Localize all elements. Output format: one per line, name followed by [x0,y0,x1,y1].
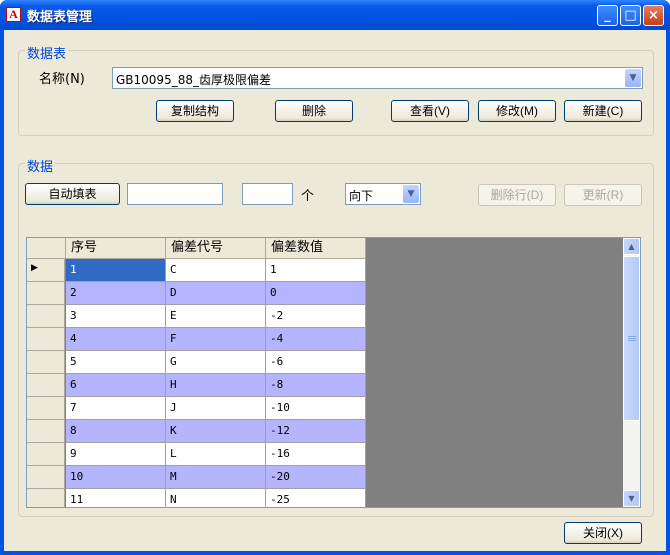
grid-corner-header [27,238,66,259]
cell-value[interactable]: -12 [266,420,366,443]
minimize-icon: _ [604,8,611,23]
cell-index[interactable]: 7 [66,397,166,420]
row-header[interactable] [27,397,65,420]
cell-code[interactable]: D [166,282,266,305]
cell-code[interactable]: N [166,489,266,507]
data-grid[interactable]: 序号 偏差代号 偏差数值 ▶ 1 C 1 2 D 0 3 E -2 4 F -4 5 G -6 6 H -8 7 J -1… [26,237,641,508]
scroll-thumb[interactable] [623,256,640,421]
cell-code[interactable]: F [166,328,266,351]
cell-index[interactable]: 6 [66,374,166,397]
cell-index[interactable]: 9 [66,443,166,466]
cell-value[interactable]: 0 [266,282,366,305]
table-group-title: 数据表 [25,43,69,62]
modify-button[interactable]: 修改(M) [478,100,556,122]
scroll-grip-line [628,340,636,341]
name-label: 名称(N) [39,72,85,87]
cell-index[interactable]: 2 [66,282,166,305]
cell-index[interactable]: 1 [66,259,166,282]
column-header-value[interactable]: 偏差数值 [266,238,366,259]
delete-button[interactable]: 删除 [275,100,353,122]
row-header[interactable] [27,282,65,305]
table-name-value: GB10095_88_齿厚极限偏差 [116,73,271,87]
cell-code[interactable]: G [166,351,266,374]
count-input[interactable] [242,183,293,205]
current-row-pointer-icon: ▶ [31,263,38,273]
autofill-button[interactable]: 自动填表 [25,183,120,205]
view-button[interactable]: 查看(V) [391,100,469,122]
dialog-client-area: 数据表 名称(N) GB10095_88_齿厚极限偏差 ▼ 复制结构 删除 查看… [4,30,666,551]
cell-value[interactable]: -20 [266,466,366,489]
dialog-window: A 数据表管理 _ □ × 数据表 名称(N) GB10095_88_齿厚极限偏… [0,0,670,555]
scroll-up-arrow-icon[interactable]: ▲ [623,238,640,255]
maximize-button[interactable]: □ [620,5,641,26]
cell-value[interactable]: -10 [266,397,366,420]
table-group: 数据表 名称(N) GB10095_88_齿厚极限偏差 ▼ 复制结构 删除 查看… [18,43,654,136]
count-unit-label: 个 [301,189,315,204]
maximize-icon: □ [624,8,637,23]
cell-index[interactable]: 10 [66,466,166,489]
cell-value[interactable]: -16 [266,443,366,466]
data-group-title: 数据 [25,156,56,175]
cell-index[interactable]: 8 [66,420,166,443]
column-header-code[interactable]: 偏差代号 [166,238,266,259]
close-button[interactable]: 关闭(X) [564,522,642,544]
vertical-scrollbar[interactable]: ▲ ▼ [623,238,640,507]
close-icon: × [648,8,659,23]
row-header[interactable] [27,489,65,507]
row-header[interactable] [27,328,65,351]
cell-code[interactable]: E [166,305,266,328]
cell-code[interactable]: C [166,259,266,282]
copy-structure-button[interactable]: 复制结构 [156,100,234,122]
table-name-combo[interactable]: GB10095_88_齿厚极限偏差 ▼ [112,67,643,89]
row-header[interactable] [27,351,65,374]
minimize-button[interactable]: _ [597,5,618,26]
row-header[interactable] [27,466,65,489]
cell-code[interactable]: J [166,397,266,420]
app-icon: A [6,7,21,22]
row-header[interactable] [27,374,65,397]
row-header[interactable] [27,443,65,466]
column-header-index[interactable]: 序号 [66,238,166,259]
fill-value-input[interactable] [127,183,223,205]
cell-value[interactable]: -6 [266,351,366,374]
chevron-down-icon[interactable]: ▼ [403,185,419,203]
cell-code[interactable]: M [166,466,266,489]
cell-index[interactable]: 3 [66,305,166,328]
cell-value[interactable]: -25 [266,489,366,507]
new-button[interactable]: 新建(C) [564,100,642,122]
cell-value[interactable]: 1 [266,259,366,282]
direction-select[interactable]: 向下 ▼ [345,183,421,205]
chevron-down-icon[interactable]: ▼ [625,69,641,87]
cell-value[interactable]: -4 [266,328,366,351]
cell-code[interactable]: K [166,420,266,443]
scroll-grip-line [628,336,636,337]
row-header[interactable] [27,305,65,328]
close-window-button[interactable]: × [643,5,664,26]
row-header[interactable] [27,420,65,443]
cell-index[interactable]: 5 [66,351,166,374]
cell-index[interactable]: 4 [66,328,166,351]
cell-value[interactable]: -2 [266,305,366,328]
direction-value: 向下 [349,189,374,203]
cell-code[interactable]: H [166,374,266,397]
scroll-down-arrow-icon[interactable]: ▼ [623,490,640,507]
cell-value[interactable]: -8 [266,374,366,397]
title-bar[interactable]: A 数据表管理 _ □ × [0,0,670,30]
window-title: 数据表管理 [27,10,93,25]
scroll-grip-line [628,338,636,339]
delete-row-button[interactable]: 删除行(D) [478,184,556,206]
row-header[interactable]: ▶ [27,259,65,282]
cell-code[interactable]: L [166,443,266,466]
cell-index[interactable]: 11 [66,489,166,507]
update-button[interactable]: 更新(R) [564,184,642,206]
